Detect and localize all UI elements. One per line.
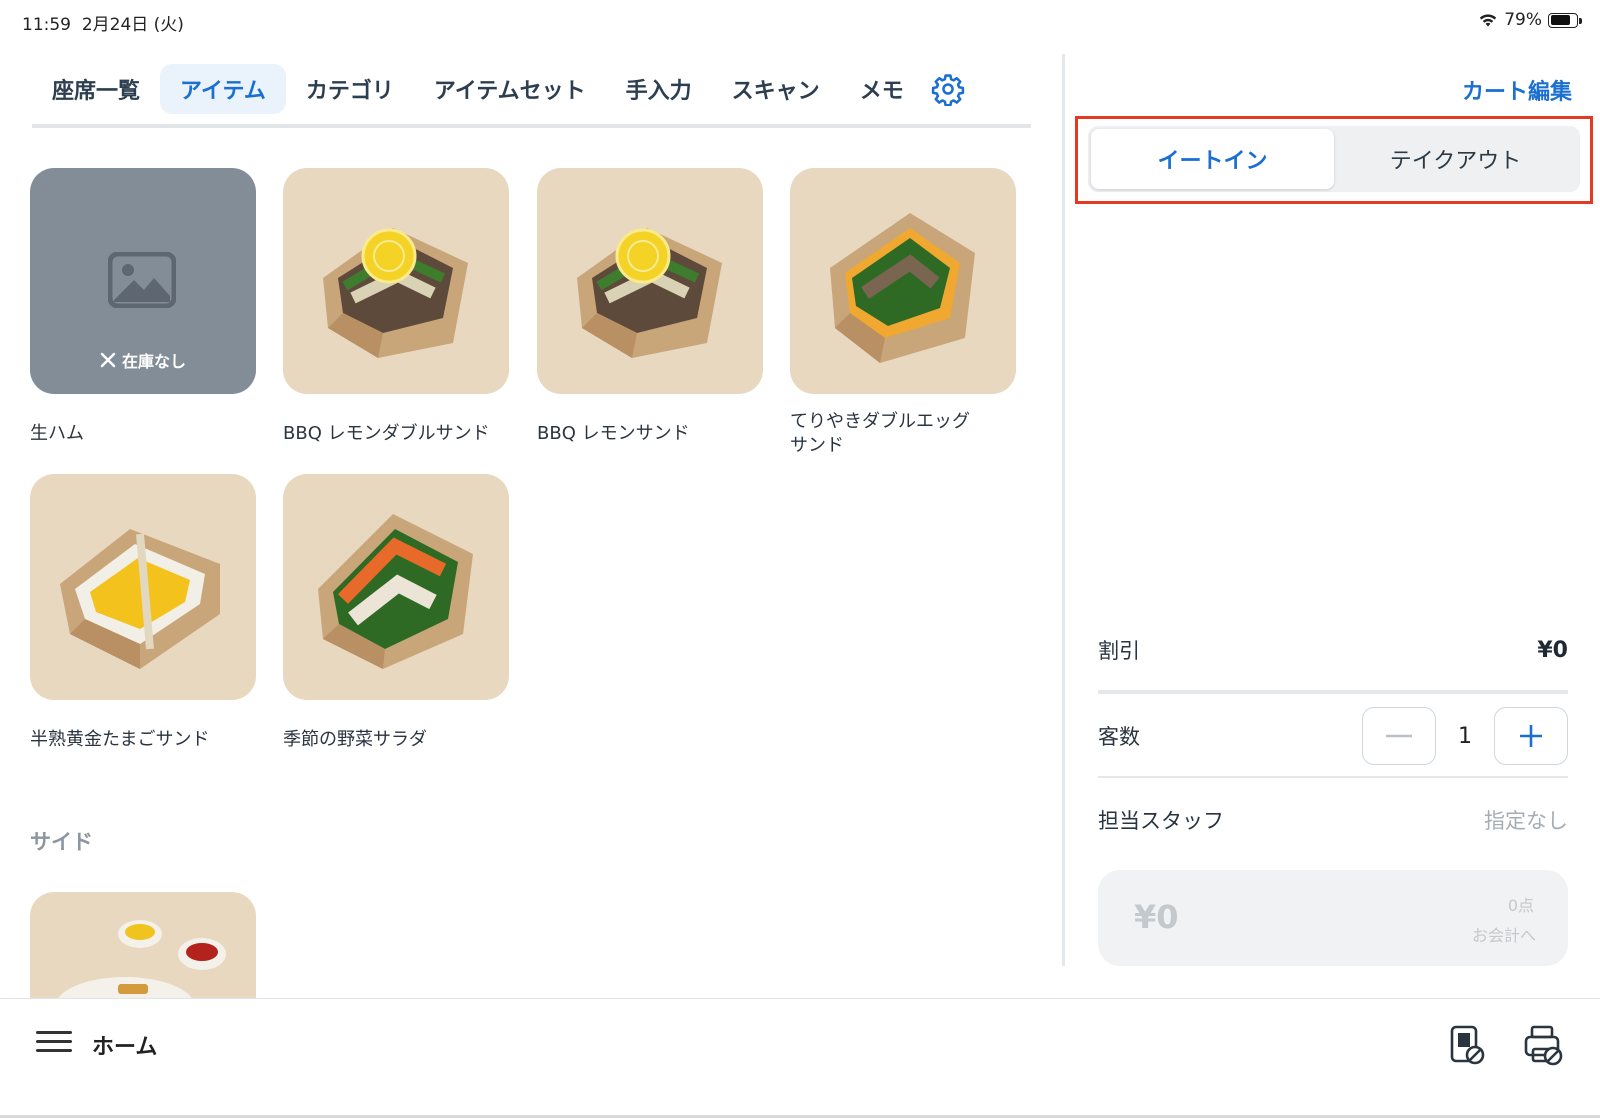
out-of-stock-label: 在庫なし (121, 352, 186, 371)
sandwich-image (830, 213, 975, 363)
guests-count: 1 (1458, 723, 1472, 749)
staff-value[interactable]: 指定なし (1484, 805, 1568, 835)
item-name: てりやきダブルエッグ サンド (790, 410, 1016, 458)
item-card-side[interactable] (30, 892, 256, 998)
item-card-teriyaki-double-egg[interactable]: てりやきダブルエッグ サンド (790, 168, 1016, 458)
tab-manual-input[interactable]: 手入力 (606, 64, 712, 114)
time-text: 11:59 (22, 15, 71, 35)
staff-label: 担当スタッフ (1098, 809, 1224, 833)
tab-categories[interactable]: カテゴリ (286, 64, 414, 114)
discount-row[interactable]: 割引 ¥0 (1098, 630, 1568, 670)
fries-image (58, 920, 226, 998)
close-icon (100, 352, 116, 368)
tab-items[interactable]: アイテム (160, 64, 286, 114)
gear-icon (931, 74, 964, 106)
divider (1098, 690, 1568, 694)
checkout-button[interactable]: ¥0 0点 お会計へ (1098, 870, 1568, 966)
section-title-side: サイド (30, 830, 93, 854)
item-card-bbq-lemon[interactable]: BBQ レモンサンド (537, 168, 763, 446)
sandwich-image (60, 529, 220, 669)
tab-seats[interactable]: 座席一覧 (32, 64, 160, 114)
item-name-line1: てりやきダブルエッグ (790, 411, 970, 432)
item-card-vegetable-salad[interactable]: 季節の野菜サラダ (283, 474, 509, 752)
segment-takeout[interactable]: テイクアウト (1334, 129, 1577, 189)
tab-scan[interactable]: スキャン (712, 64, 840, 114)
wifi-icon (1480, 14, 1497, 27)
item-card-bbq-lemon-double[interactable]: BBQ レモンダブルサンド (283, 168, 509, 446)
out-of-stock-badge: 在庫なし (30, 348, 256, 372)
item-name: 季節の野菜サラダ (283, 729, 427, 750)
status-bar: 11:59 2月24日 (火) 79% (0, 0, 1600, 42)
item-card-nama-ham[interactable]: 在庫なし 生ハム (30, 168, 256, 446)
bottom-bar: ホーム (0, 998, 1600, 1118)
checkout-label: お会計へ (1471, 926, 1536, 945)
item-thumbnail (283, 168, 509, 394)
tab-bar: 座席一覧 アイテム カテゴリ アイテムセット 手入力 スキャン メモ (32, 64, 1031, 128)
guests-label: 客数 (1098, 725, 1140, 749)
plus-icon (1520, 725, 1542, 747)
segment-eat-in[interactable]: イートイン (1091, 129, 1334, 189)
image-placeholder-icon (108, 252, 176, 308)
item-thumbnail (537, 168, 763, 394)
battery-percent: 79% (1504, 10, 1542, 30)
divider (1098, 776, 1568, 778)
home-label: ホーム (92, 1035, 158, 1060)
item-thumbnail: 在庫なし (30, 168, 256, 394)
staff-row[interactable]: 担当スタッフ 指定なし (1098, 800, 1568, 840)
checkout-total: ¥0 (1134, 898, 1179, 936)
item-thumbnail (790, 168, 1016, 394)
sandwich-image (318, 514, 473, 669)
minus-icon (1386, 734, 1412, 738)
item-name: 生ハム (30, 423, 84, 444)
guests-row: 客数 1 (1098, 706, 1568, 766)
item-name: BBQ レモンサンド (537, 423, 690, 444)
discount-label: 割引 (1098, 639, 1140, 663)
discount-value: ¥0 (1537, 637, 1568, 663)
item-name: BBQ レモンダブルサンド (283, 423, 490, 444)
cart-edit-button[interactable]: カート編集 (1462, 74, 1572, 106)
sandwich-image (323, 228, 468, 358)
status-time: 11:59 2月24日 (火) (22, 10, 184, 35)
tab-item-sets[interactable]: アイテムセット (414, 64, 606, 114)
increment-button[interactable] (1494, 707, 1568, 765)
receipt-blocked-icon[interactable] (1446, 1023, 1488, 1067)
status-right: 79% (1478, 10, 1582, 30)
settings-button[interactable] (924, 64, 972, 114)
hamburger-menu-icon[interactable] (36, 1025, 72, 1061)
panel-divider (1062, 54, 1065, 966)
battery-icon (1548, 12, 1582, 28)
tab-memo[interactable]: メモ (840, 64, 924, 114)
guests-stepper: 1 (1362, 707, 1568, 765)
dining-option-segment: イートイン テイクアウト (1088, 126, 1580, 192)
date-text: 2月24日 (火) (81, 15, 184, 35)
item-card-egg-sandwich[interactable]: 半熟黄金たまごサンド (30, 474, 256, 752)
checkout-item-count: 0点 (1507, 896, 1534, 915)
item-name: 半熟黄金たまごサンド (30, 729, 210, 750)
sandwich-image (577, 228, 722, 358)
item-thumbnail (283, 474, 509, 700)
item-name-line2: サンド (790, 435, 844, 456)
printer-blocked-icon[interactable] (1522, 1023, 1564, 1067)
decrement-button[interactable] (1362, 707, 1436, 765)
item-thumbnail (30, 474, 256, 700)
